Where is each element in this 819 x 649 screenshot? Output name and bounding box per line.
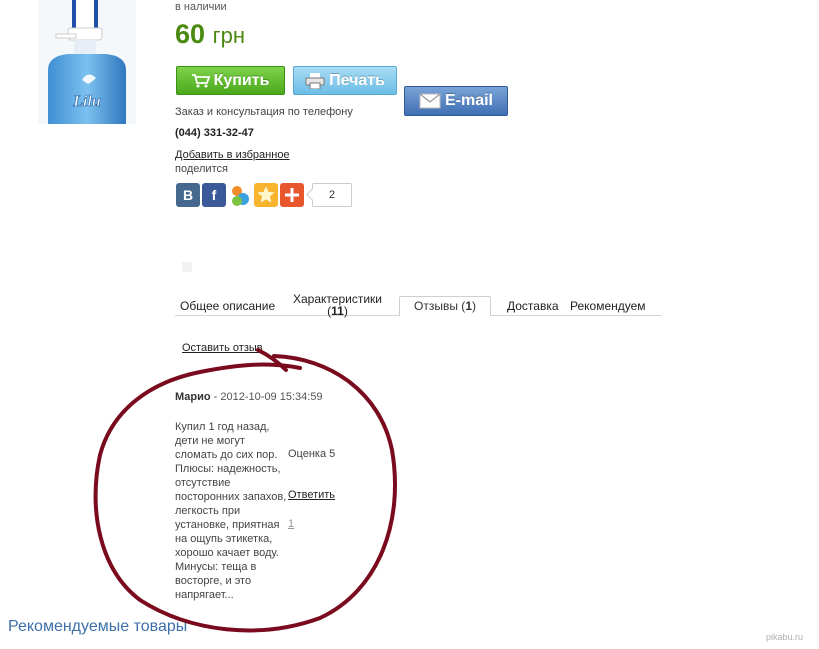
watermark: pikabu.ru [766,632,804,642]
review-vote-link[interactable]: 1 [288,518,294,530]
bookmark-star-icon[interactable] [254,183,278,207]
cart-icon [191,73,210,88]
tab-overview[interactable]: Общее описание [180,299,275,313]
product-tabs: Общее описание Характеристики (11) Отзыв… [175,293,662,317]
share-count-badge: 2 [312,183,352,207]
buy-button[interactable]: Купить [176,66,285,95]
availability-status: в наличии [175,1,227,13]
price-value: 60 [175,19,206,49]
printer-icon [305,72,325,89]
tab-specifications[interactable]: Характеристики (11) [293,293,382,317]
mymail-share-icon[interactable] [228,183,252,207]
price-currency: грн [212,23,245,48]
vk-share-icon[interactable]: B [176,183,200,207]
review-date: 2012-10-09 15:34:59 [220,391,323,403]
review-text: Купил 1 год назад, дети не могут сломать… [175,421,287,601]
tab-reviews-label: Отзывы [414,299,458,313]
placeholder-mark [182,262,192,272]
buy-button-label: Купить [213,71,270,89]
share-label: поделится [175,163,228,175]
share-buttons: B f 2 [176,183,352,207]
email-button[interactable]: E-mail [404,86,508,116]
tab-recommended[interactable]: Рекомендуем [570,299,646,313]
lilu-logo-text: Lilu [72,93,101,110]
phone-number: (044) 331-32-47 [175,127,254,139]
tab-delivery[interactable]: Доставка [507,299,559,313]
tab-specifications-count: (11) [327,304,348,318]
print-button-label: Печать [329,71,385,89]
facebook-share-icon[interactable]: f [202,183,226,207]
review-rating: Оценка 5 [288,448,336,460]
add-to-favorites-link[interactable]: Добавить в избранное [175,149,290,161]
email-button-label: E-mail [444,92,493,109]
envelope-icon [419,93,441,109]
tab-reviews[interactable]: Отзывы (1) [399,296,491,316]
recommended-products-title: Рекомендуемые товары [8,618,188,635]
consult-text: Заказ и консультация по телефону [175,106,353,118]
more-share-plus-icon[interactable] [280,183,304,207]
fb-letter: f [211,187,217,203]
product-image: Lilu [38,0,136,124]
vk-letter: B [182,187,194,203]
review-header: Марио - 2012-10-09 15:34:59 [175,391,323,403]
product-price: 60 грн [175,19,245,51]
leave-review-link[interactable]: Оставить отзыв [182,342,263,354]
print-button[interactable]: Печать [293,66,397,95]
tab-reviews-count: 1 [465,299,472,313]
review-reply-link[interactable]: Ответить [288,489,335,501]
review-author: Марио [175,391,211,403]
